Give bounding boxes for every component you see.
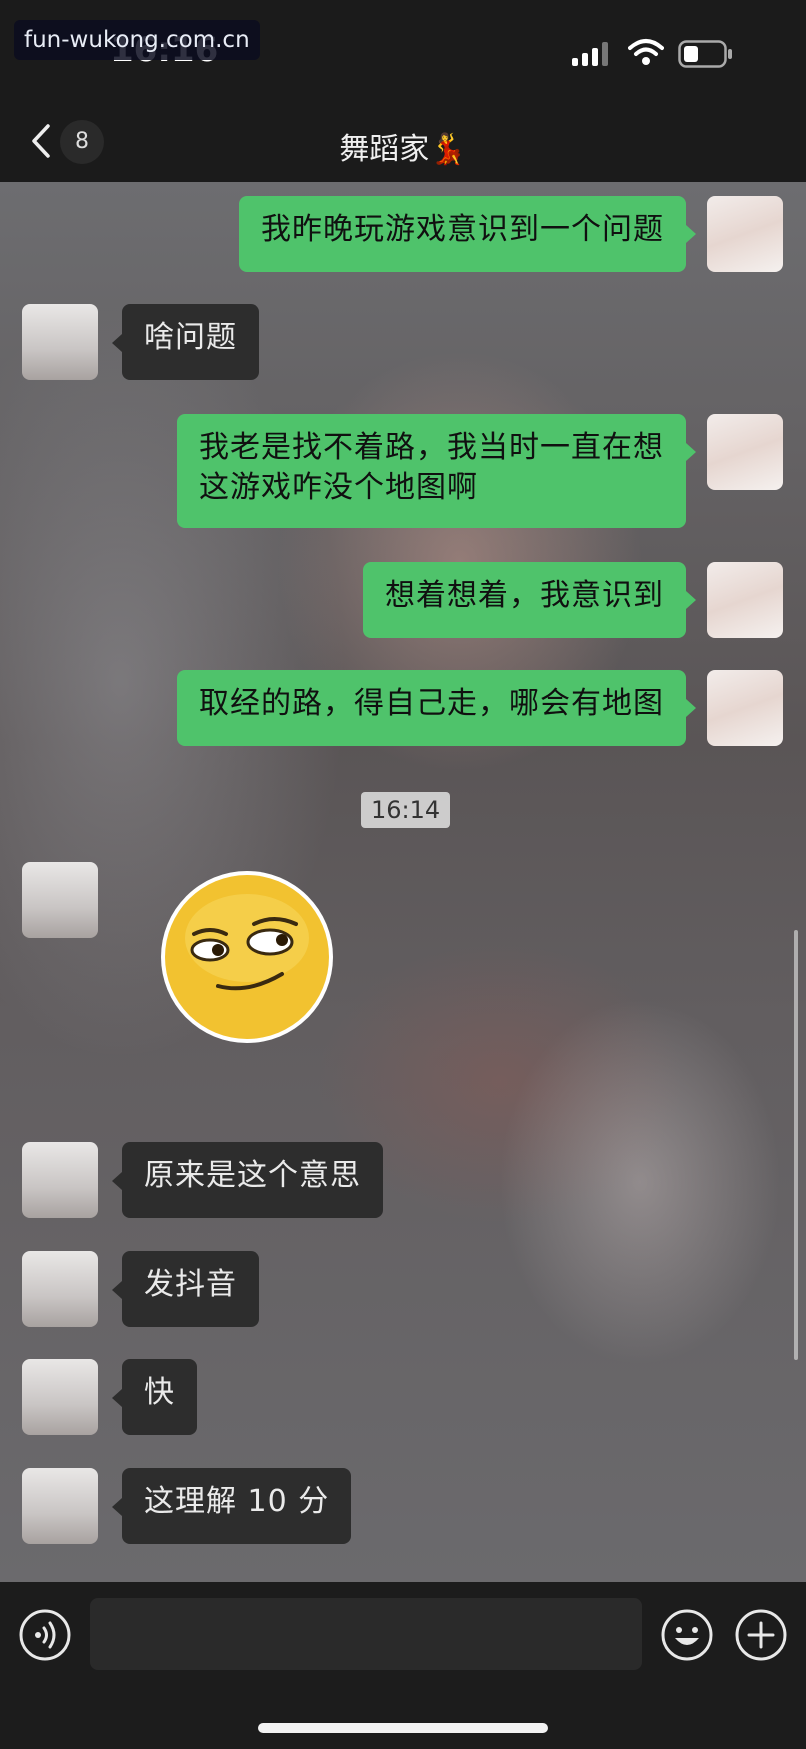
message-bubble-received[interactable]: 这理解 10 分	[122, 1468, 352, 1544]
contact-avatar[interactable]	[22, 862, 98, 938]
bubble-tail	[112, 1172, 122, 1190]
contact-avatar[interactable]	[22, 304, 98, 380]
contact-avatar[interactable]	[22, 1251, 98, 1327]
contact-avatar[interactable]	[22, 1142, 98, 1218]
battery-icon	[678, 40, 732, 68]
message-bubble-received[interactable]: 啥问题	[122, 304, 259, 380]
chat-title: 舞蹈家💃	[339, 132, 467, 167]
message-input[interactable]	[90, 1598, 642, 1670]
message-bubble-sent[interactable]: 想着想着，我意识到	[363, 562, 686, 638]
contact-avatar[interactable]	[22, 1468, 98, 1544]
chat-background	[0, 182, 806, 1582]
bubble-tail	[112, 334, 122, 352]
bubble-tail	[112, 1498, 122, 1516]
my-avatar[interactable]	[707, 670, 783, 746]
emoji-picker-icon[interactable]	[660, 1608, 714, 1662]
my-avatar[interactable]	[707, 562, 783, 638]
bubble-tail	[686, 591, 696, 609]
bubble-tail	[112, 1389, 122, 1407]
watermark: fun-wukong.com.cn	[14, 20, 260, 60]
scrollbar[interactable]	[794, 930, 798, 1360]
more-actions-plus-icon[interactable]	[734, 1608, 788, 1662]
contact-avatar[interactable]	[22, 1359, 98, 1435]
message-bubble-sent[interactable]: 我老是找不着路，我当时一直在想 这游戏咋没个地图啊	[177, 414, 686, 528]
my-avatar[interactable]	[707, 196, 783, 272]
time-divider: 16:14	[361, 792, 451, 828]
bubble-tail	[686, 443, 696, 461]
message-bubble-received[interactable]: 快	[122, 1359, 197, 1435]
message-bubble-received[interactable]: 原来是这个意思	[122, 1142, 383, 1218]
message-bubble-received[interactable]: 发抖音	[122, 1251, 259, 1327]
message-bubble-sent[interactable]: 取经的路，得自己走，哪会有地图	[177, 670, 686, 746]
bubble-tail	[686, 699, 696, 717]
cellular-signal-icon	[572, 42, 608, 66]
wifi-icon	[628, 39, 664, 65]
bubble-tail	[112, 1281, 122, 1299]
my-avatar[interactable]	[707, 414, 783, 490]
home-indicator[interactable]	[258, 1723, 548, 1733]
bubble-tail	[686, 225, 696, 243]
message-bubble-sent[interactable]: 我昨晚玩游戏意识到一个问题	[239, 196, 686, 272]
voice-input-icon[interactable]	[18, 1608, 72, 1662]
smirk-emoji-icon[interactable]	[158, 868, 336, 1046]
